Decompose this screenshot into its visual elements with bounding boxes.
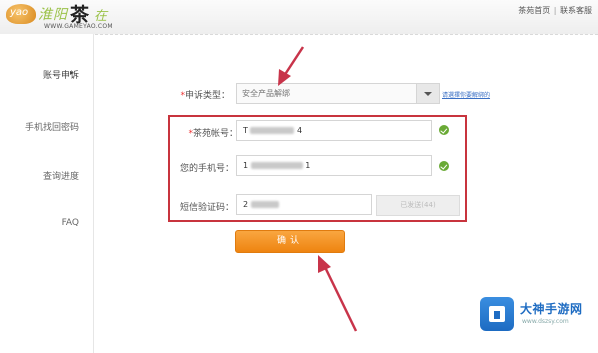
link-separator: | xyxy=(553,6,557,15)
phone-value: 1 1 xyxy=(243,161,311,170)
redacted-blur xyxy=(250,127,295,134)
chevron-down-icon xyxy=(424,92,432,96)
sidebar-item-label: 手机找回密码 xyxy=(24,123,79,133)
watermark-title: 大神手游网 xyxy=(520,302,583,316)
phone-label: 您的手机号： xyxy=(179,164,234,174)
page-header: yao 淮阳 茶 在 WWW.GAMEYAO.COM 茶苑首页 | 联系客服 xyxy=(0,0,598,35)
check-icon xyxy=(439,161,449,171)
sidebar: 账号申诉 ▸ 手机找回密码 查询进度 FAQ xyxy=(0,34,94,353)
logo-tail-text: 在 xyxy=(94,9,108,24)
phone-input[interactable]: 1 1 xyxy=(236,155,432,176)
arrow-line-bottom xyxy=(322,264,358,332)
get-sms-code-button[interactable]: 已发送(44) xyxy=(376,195,460,216)
arrow-line-top xyxy=(282,46,305,77)
redacted-blur xyxy=(250,162,303,169)
account-value: T 4 xyxy=(243,126,303,135)
top-links: 茶苑首页 | 联系客服 xyxy=(518,5,592,16)
account-input[interactable]: T 4 xyxy=(236,120,432,141)
sidebar-item-faq[interactable]: FAQ xyxy=(0,218,93,228)
arrowhead-bottom xyxy=(318,255,331,273)
home-link[interactable]: 茶苑首页 xyxy=(518,6,550,15)
watermark-url: www.dszsy.com xyxy=(522,318,569,325)
sidebar-item-account-appeal[interactable]: 账号申诉 ▸ xyxy=(0,68,93,81)
redacted-blur xyxy=(250,201,279,208)
dropdown-button[interactable] xyxy=(416,84,439,103)
logo-leaf-text: 淮阳 xyxy=(38,7,68,23)
contact-service-link[interactable]: 联系客服 xyxy=(560,6,592,15)
sms-code-value: 2 xyxy=(243,200,279,209)
appeal-type-value: 安全产品解绑 xyxy=(242,89,290,98)
site-watermark: 大神手游网 www.dszsy.com xyxy=(480,294,598,334)
appeal-type-label: *申诉类型： xyxy=(180,91,230,101)
site-logo[interactable]: yao 淮阳 茶 在 WWW.GAMEYAO.COM xyxy=(4,1,116,33)
check-icon xyxy=(439,125,449,135)
logo-url: WWW.GAMEYAO.COM xyxy=(44,23,113,30)
appeal-type-select[interactable]: 安全产品解绑 xyxy=(236,83,440,104)
sidebar-item-label: FAQ xyxy=(61,218,79,228)
account-label: *茶苑帐号： xyxy=(188,129,238,139)
sms-code-label: 短信验证码： xyxy=(179,203,234,213)
sidebar-item-label: 查询进度 xyxy=(42,172,79,182)
caret-right-icon: ▸ xyxy=(69,68,74,77)
watermark-logo-icon xyxy=(480,297,514,331)
sms-code-input[interactable]: 2 xyxy=(236,194,372,215)
logo-badge-text: yao xyxy=(10,7,29,18)
unbind-help-link[interactable]: 请選擇你要解绑的 xyxy=(442,90,490,99)
confirm-button[interactable]: 确认 xyxy=(235,230,345,253)
sidebar-item-phone-recover[interactable]: 手机找回密码 xyxy=(0,120,93,133)
sidebar-item-progress[interactable]: 查询进度 xyxy=(0,169,93,182)
